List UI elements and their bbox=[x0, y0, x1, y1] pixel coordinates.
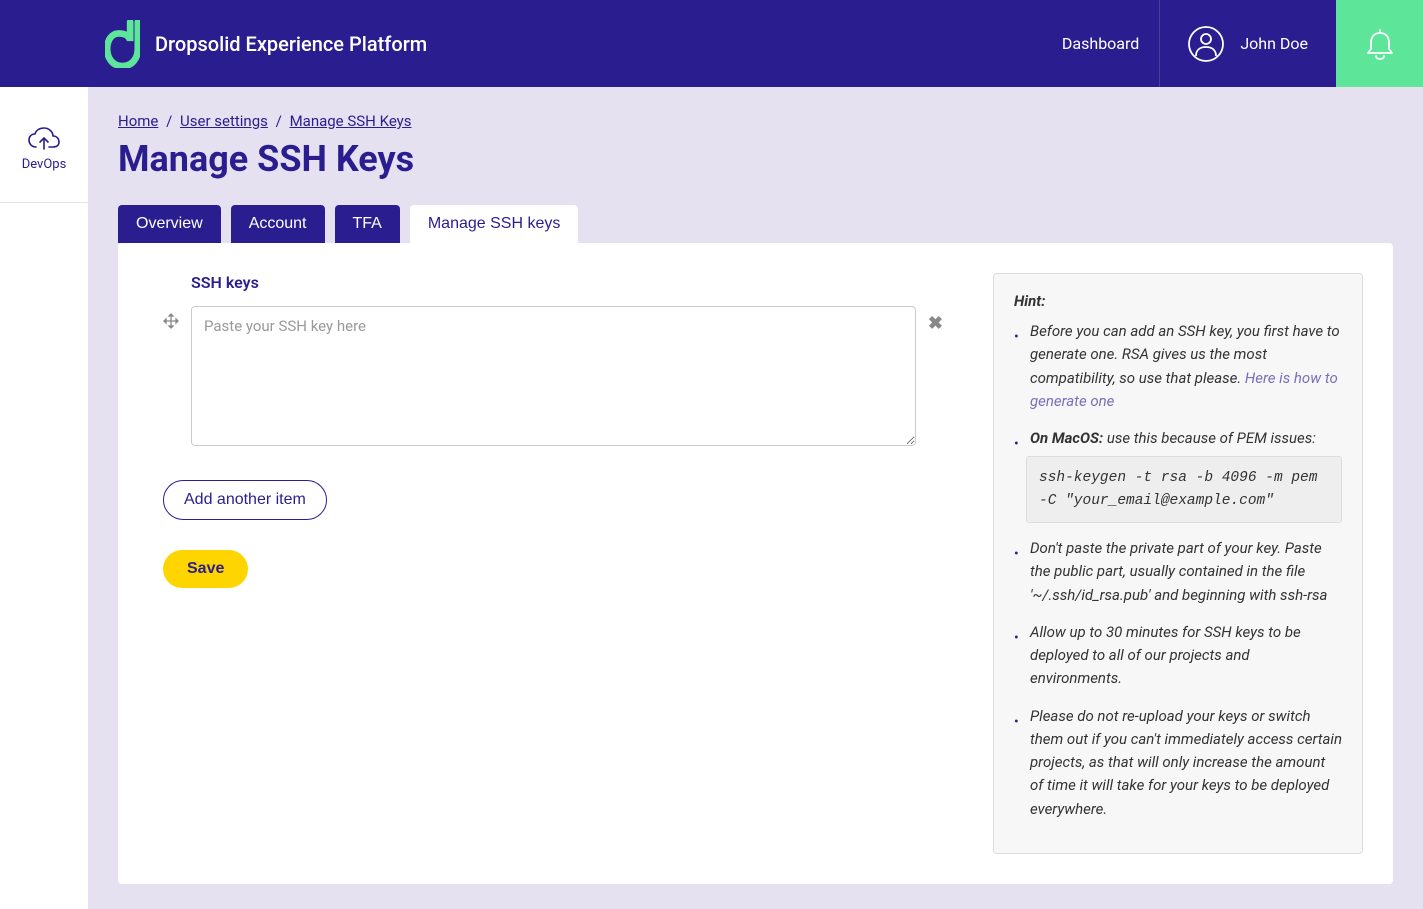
bell-icon bbox=[1365, 27, 1395, 61]
save-button[interactable]: Save bbox=[163, 550, 248, 588]
tab-manage-ssh-keys[interactable]: Manage SSH keys bbox=[410, 205, 579, 243]
ssh-keys-label: SSH keys bbox=[191, 273, 916, 292]
hint-title: Hint: bbox=[1014, 292, 1342, 310]
notifications-button[interactable] bbox=[1336, 0, 1423, 87]
user-avatar-icon bbox=[1188, 26, 1224, 62]
brand-name: Dropsolid Experience Platform bbox=[155, 32, 427, 56]
brand-logo-icon bbox=[105, 20, 140, 68]
breadcrumb: Home / User settings / Manage SSH Keys bbox=[118, 112, 1393, 130]
hint-item: Don't paste the private part of your key… bbox=[1026, 537, 1342, 607]
hint-item: Allow up to 30 minutes for SSH keys to b… bbox=[1026, 621, 1342, 691]
tab-account[interactable]: Account bbox=[231, 205, 325, 243]
sidebar-item-devops[interactable]: DevOps bbox=[0, 117, 88, 203]
drag-handle-icon[interactable] bbox=[163, 313, 179, 333]
sidebar: DevOps bbox=[0, 87, 88, 909]
breadcrumb-user-settings[interactable]: User settings bbox=[180, 112, 268, 130]
tab-tfa[interactable]: TFA bbox=[335, 205, 400, 243]
sidebar-item-label: DevOps bbox=[22, 157, 67, 172]
user-name: John Doe bbox=[1240, 34, 1308, 53]
remove-key-button[interactable]: ✖ bbox=[928, 313, 943, 334]
ssh-key-row: SSH keys ✖ bbox=[163, 273, 943, 450]
breadcrumb-home[interactable]: Home bbox=[118, 112, 158, 130]
ssh-keygen-command: ssh-keygen -t rsa -b 4096 -m pem -C "you… bbox=[1026, 456, 1342, 523]
brand-section[interactable]: Dropsolid Experience Platform bbox=[0, 20, 427, 68]
ssh-form: SSH keys ✖ Add another item Save bbox=[148, 273, 943, 588]
app-header: Dropsolid Experience Platform Dashboard … bbox=[0, 0, 1423, 87]
content-panel: SSH keys ✖ Add another item Save Hint: B… bbox=[118, 243, 1393, 884]
dashboard-link[interactable]: Dashboard bbox=[1042, 34, 1159, 53]
tab-overview[interactable]: Overview bbox=[118, 205, 221, 243]
ssh-key-input[interactable] bbox=[191, 306, 916, 446]
user-menu[interactable]: John Doe bbox=[1159, 0, 1336, 87]
hint-item: Please do not re-upload your keys or swi… bbox=[1026, 705, 1342, 821]
breadcrumb-current[interactable]: Manage SSH Keys bbox=[290, 112, 412, 130]
hint-item: On MacOS: use this because of PEM issues… bbox=[1026, 427, 1342, 523]
main-content: Home / User settings / Manage SSH Keys M… bbox=[88, 87, 1423, 909]
hint-item: Before you can add an SSH key, you first… bbox=[1026, 320, 1342, 413]
breadcrumb-separator: / bbox=[276, 112, 282, 130]
add-another-item-button[interactable]: Add another item bbox=[163, 480, 327, 520]
cloud-upload-icon bbox=[27, 127, 61, 151]
page-title: Manage SSH Keys bbox=[118, 138, 1393, 180]
tab-bar: Overview Account TFA Manage SSH keys bbox=[118, 205, 1393, 243]
hint-panel: Hint: Before you can add an SSH key, you… bbox=[993, 273, 1363, 854]
breadcrumb-separator: / bbox=[166, 112, 172, 130]
